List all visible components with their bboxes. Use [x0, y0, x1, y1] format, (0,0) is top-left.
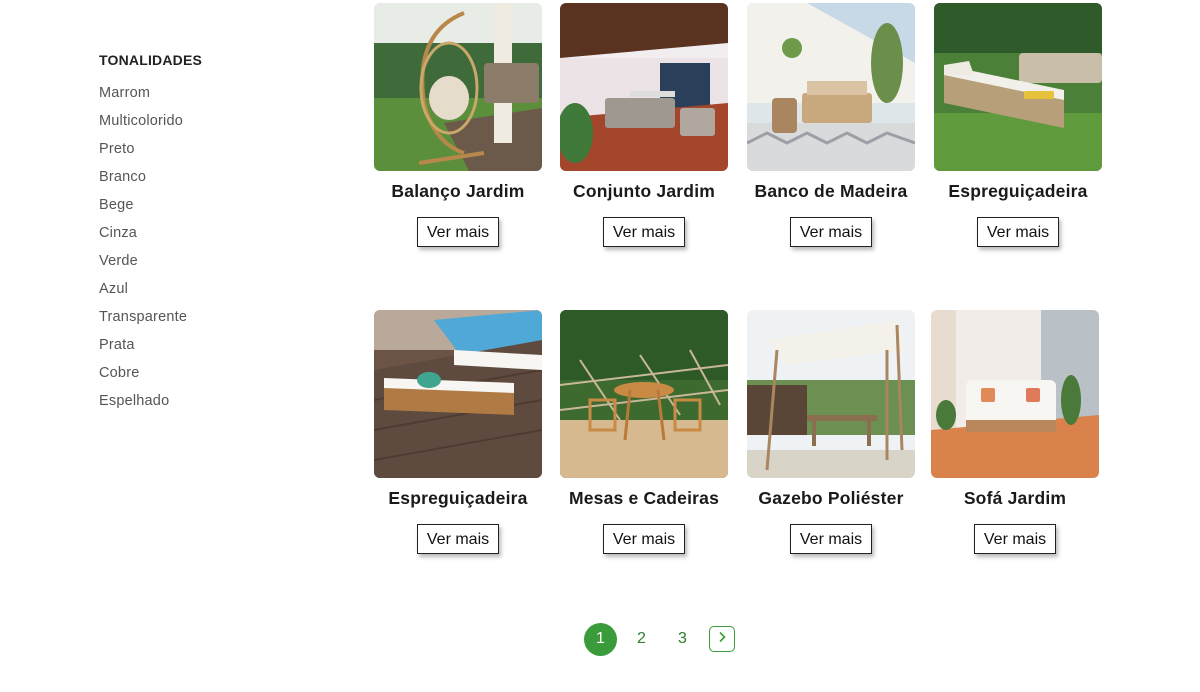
view-more-button[interactable]: Ver mais — [973, 524, 1057, 554]
color-filter-panel: TONALIDADES Marrom Multicolorido Preto B… — [99, 52, 319, 421]
filter-option-marrom[interactable]: Marrom — [99, 85, 319, 113]
view-more-button[interactable]: Ver mais — [976, 217, 1060, 247]
filter-list: Marrom Multicolorido Preto Branco Bege C… — [99, 85, 319, 421]
product-card: Banco de Madeira Ver mais — [736, 3, 926, 247]
next-page-button[interactable] — [709, 626, 735, 652]
view-more-button[interactable]: Ver mais — [789, 217, 873, 247]
product-card: Mesas e Cadeiras Ver mais — [549, 310, 739, 554]
filter-heading: TONALIDADES — [99, 52, 203, 68]
product-card: Balanço Jardim Ver mais — [363, 3, 553, 247]
product-card: Sofá Jardim Ver mais — [920, 310, 1110, 554]
product-image-pool-loungers[interactable] — [374, 310, 542, 478]
filter-option-azul[interactable]: Azul — [99, 281, 319, 309]
product-image-wooden-bench[interactable] — [747, 3, 915, 171]
filter-option-multicolorido[interactable]: Multicolorido — [99, 113, 319, 141]
filter-option-transparente[interactable]: Transparente — [99, 309, 319, 337]
product-image-patio-set[interactable] — [560, 3, 728, 171]
product-card: Espreguiçadeira Ver mais — [363, 310, 553, 554]
page-2-button[interactable]: 2 — [625, 623, 658, 656]
product-card: Espreguiçadeira Ver mais — [923, 3, 1113, 247]
filter-option-espelhado[interactable]: Espelhado — [99, 393, 319, 421]
product-title: Gazebo Poliéster — [758, 488, 904, 508]
filter-option-cobre[interactable]: Cobre — [99, 365, 319, 393]
product-image-table-chairs[interactable] — [560, 310, 728, 478]
product-title: Conjunto Jardim — [572, 181, 716, 201]
filter-option-bege[interactable]: Bege — [99, 197, 319, 225]
page-3-button[interactable]: 3 — [666, 623, 699, 656]
product-image-hanging-chair[interactable] — [374, 3, 542, 171]
product-image-garden-sofa[interactable] — [931, 310, 1099, 478]
pagination: 1 2 3 — [584, 622, 735, 656]
chevron-right-icon — [716, 630, 728, 648]
view-more-button[interactable]: Ver mais — [602, 217, 686, 247]
page-1-button[interactable]: 1 — [584, 622, 617, 656]
view-more-button[interactable]: Ver mais — [602, 524, 686, 554]
filter-option-verde[interactable]: Verde — [99, 253, 319, 281]
product-card: Conjunto Jardim Ver mais — [549, 3, 739, 247]
filter-option-preto[interactable]: Preto — [99, 141, 319, 169]
view-more-button[interactable]: Ver mais — [416, 524, 500, 554]
product-image-sun-lounger[interactable] — [934, 3, 1102, 171]
filter-option-branco[interactable]: Branco — [99, 169, 319, 197]
product-title: Mesas e Cadeiras — [568, 488, 720, 508]
product-title: Sofá Jardim — [963, 488, 1067, 508]
product-title: Espreguiçadeira — [948, 181, 1088, 201]
filter-option-cinza[interactable]: Cinza — [99, 225, 319, 253]
product-title: Banco de Madeira — [754, 181, 908, 201]
view-more-button[interactable]: Ver mais — [789, 524, 873, 554]
product-title: Espreguiçadeira — [388, 488, 528, 508]
view-more-button[interactable]: Ver mais — [416, 217, 500, 247]
product-image-gazebo[interactable] — [747, 310, 915, 478]
product-card: Gazebo Poliéster Ver mais — [736, 310, 926, 554]
product-title: Balanço Jardim — [391, 181, 525, 201]
filter-option-prata[interactable]: Prata — [99, 337, 319, 365]
